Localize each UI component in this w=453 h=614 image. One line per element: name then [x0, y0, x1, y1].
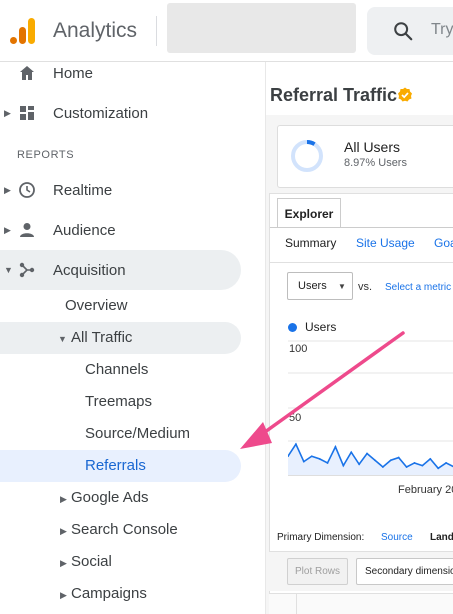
data-point[interactable] [397, 456, 400, 459]
reports-section-label: REPORTS [17, 149, 75, 161]
data-point[interactable] [437, 467, 440, 470]
sidebar-item-realtime[interactable]: ▶ Realtime [0, 170, 241, 210]
dashboard-grid-icon [20, 106, 34, 120]
collapse-caret-icon: ▼ [58, 334, 67, 344]
sidebar-item-label: Realtime [53, 181, 113, 199]
account-selector[interactable] [167, 3, 356, 53]
table-header-divider [296, 593, 297, 614]
collapse-caret-icon: ▼ [4, 265, 13, 275]
y-tick-label: 100 [289, 343, 308, 355]
verified-badge-icon [398, 87, 412, 102]
expand-caret-icon: ▶ [4, 185, 11, 195]
data-point[interactable] [295, 443, 297, 446]
sidebar-item-campaigns[interactable]: Campaigns [71, 585, 147, 602]
data-point[interactable] [389, 459, 392, 462]
data-point[interactable] [326, 462, 329, 464]
sidebar-item-label: Home [53, 64, 94, 82]
expand-caret-icon: ▶ [4, 225, 11, 235]
expand-caret-icon: ▶ [4, 108, 11, 118]
sidebar-item-overview[interactable]: Overview [65, 297, 128, 314]
chevron-down-icon: ▼ [338, 282, 346, 291]
data-point[interactable] [374, 459, 376, 462]
vs-label: vs. [358, 281, 373, 293]
primary-dimension-label: Primary Dimension: [277, 532, 365, 543]
dimension-landing-link[interactable]: Landi [430, 532, 453, 543]
series-area [288, 444, 453, 475]
sidebar-item-home[interactable]: Home [0, 53, 241, 93]
data-point[interactable] [342, 464, 345, 467]
sidebar-item-referrals[interactable]: Referrals [0, 450, 241, 482]
expand-caret-icon: ▶ [60, 526, 67, 536]
subtab-divider [270, 262, 453, 263]
data-point[interactable] [366, 452, 368, 455]
tab-divider [270, 227, 453, 228]
sidebar-item-audience[interactable]: ▶ Audience [0, 210, 241, 250]
search-icon [394, 22, 413, 41]
sidebar-item-treemaps[interactable]: Treemaps [85, 393, 152, 410]
sidebar-item-channels[interactable]: Channels [85, 361, 148, 378]
person-icon [20, 223, 34, 237]
data-point[interactable] [350, 451, 353, 454]
sidebar-item-google-ads[interactable]: Google Ads [71, 489, 149, 506]
dimension-source-link[interactable]: Source [381, 532, 413, 543]
tab-explorer[interactable]: Explorer [277, 198, 341, 228]
expand-caret-icon: ▶ [60, 590, 67, 600]
analytics-logo-icon[interactable] [8, 16, 38, 46]
data-point[interactable] [318, 458, 321, 460]
sidebar-item-label: Audience [53, 221, 116, 239]
subtab-goals[interactable]: Goa [434, 236, 453, 250]
expand-caret-icon: ▶ [60, 494, 67, 504]
metric-select[interactable]: Users ▼ [287, 272, 353, 300]
data-point[interactable] [429, 458, 432, 460]
data-point[interactable] [310, 455, 313, 458]
clock-icon [19, 182, 35, 198]
sidebar-item-label: Acquisition [53, 261, 126, 279]
sidebar-item-source-medium[interactable]: Source/Medium [85, 425, 190, 442]
secondary-dimension-select[interactable]: Secondary dimension [356, 558, 453, 585]
search-placeholder: Try [431, 21, 453, 38]
sidebar-item-label: Referrals [85, 457, 146, 474]
line-chart[interactable] [288, 338, 453, 498]
sidebar: Home ▶ Customization REPORTS ▶ Realtime … [0, 62, 265, 614]
select-metric-link[interactable]: Select a metric [385, 282, 451, 293]
data-point[interactable] [334, 445, 337, 448]
app-title: Analytics [53, 19, 138, 42]
title-divider [156, 16, 157, 46]
sidebar-item-all-traffic[interactable]: ▼ All Traffic [0, 322, 241, 354]
sidebar-item-search-console[interactable]: Search Console [71, 521, 178, 538]
expand-caret-icon: ▶ [60, 558, 67, 568]
segment-ring-icon [291, 140, 323, 172]
home-icon [20, 66, 34, 80]
main-content: Referral Traffic All Users 8.97% Users E… [265, 62, 453, 614]
data-point[interactable] [405, 466, 408, 468]
legend-dot-icon [288, 323, 297, 332]
metric-select-value: Users [298, 280, 327, 292]
sidebar-item-social[interactable]: Social [71, 553, 112, 570]
sidebar-item-customization[interactable]: ▶ Customization [0, 93, 241, 133]
sidebar-item-label: Customization [53, 104, 149, 122]
sidebar-item-acquisition[interactable]: ▼ Acquisition [0, 250, 241, 290]
legend-label: Users [305, 320, 337, 334]
plot-rows-button[interactable]: Plot Rows [287, 558, 348, 585]
data-point[interactable] [358, 463, 361, 466]
acquisition-icon [19, 262, 35, 278]
data-point[interactable] [302, 460, 305, 463]
segment-percent: 8.97% Users [344, 157, 407, 169]
data-point[interactable] [413, 462, 416, 464]
segment-name: All Users [344, 139, 401, 155]
subtab-site-usage[interactable]: Site Usage [356, 236, 415, 250]
data-point[interactable] [421, 464, 424, 467]
subtab-summary[interactable]: Summary [285, 236, 336, 250]
sidebar-item-label: All Traffic [71, 329, 133, 346]
page-title: Referral Traffic [270, 85, 398, 105]
x-axis-label: February 20 [398, 484, 453, 496]
data-point[interactable] [381, 466, 384, 468]
y-tick-label: 50 [289, 412, 302, 424]
data-point[interactable] [445, 462, 447, 464]
